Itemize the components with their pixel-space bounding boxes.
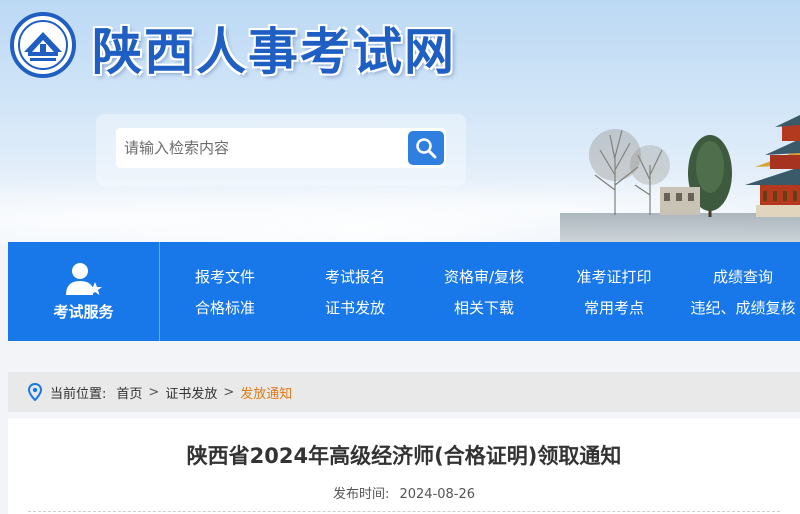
user-star-icon: [65, 263, 102, 295]
search-input[interactable]: [116, 128, 446, 168]
breadcrumb-separator: >: [223, 384, 235, 400]
main-nav: 考试服务 报考文件 考试报名 资格审/复核 准考证打印 成绩查询 合格标准 证书…: [8, 242, 800, 341]
article-panel: 陕西省2024年高级经济师(合格证明)领取通知 发布时间: 2024-08-26: [8, 418, 800, 514]
nav-link-admission-ticket[interactable]: 准考证打印: [549, 266, 679, 287]
nav-link-exam-documents[interactable]: 报考文件: [160, 266, 290, 287]
publish-date-label: 发布时间:: [332, 487, 390, 502]
site-logo-icon: [10, 12, 76, 78]
breadcrumb-separator: >: [148, 384, 160, 400]
search-box: [96, 114, 466, 186]
breadcrumb-current[interactable]: 发放通知: [240, 383, 292, 402]
site-title[interactable]: 陕西人事考试网: [92, 12, 456, 84]
nav-link-downloads[interactable]: 相关下载: [419, 297, 549, 318]
search-button[interactable]: [408, 131, 444, 165]
breadcrumb-home[interactable]: 首页: [116, 383, 142, 402]
article-title: 陕西省2024年高级经济师(合格证明)领取通知: [186, 444, 622, 468]
nav-link-certificate-issuance[interactable]: 证书发放: [290, 297, 420, 318]
breadcrumb: 当前位置: 首页 > 证书发放 > 发放通知: [8, 372, 800, 412]
nav-link-pass-standard[interactable]: 合格标准: [160, 297, 290, 318]
search-icon: [416, 138, 437, 159]
location-pin-icon: [28, 383, 42, 401]
nav-link-exam-venues[interactable]: 常用考点: [549, 297, 679, 318]
breadcrumb-section[interactable]: 证书发放: [165, 383, 217, 402]
exam-service-block[interactable]: 考试服务: [8, 242, 160, 341]
pagoda-scenery-image: [560, 115, 800, 245]
header-banner: 陕西人事考试网: [0, 0, 800, 245]
nav-link-violation-score-review[interactable]: 违纪、成绩复核: [678, 297, 800, 318]
article-meta: 发布时间: 2024-08-26: [8, 483, 800, 502]
exam-service-label: 考试服务: [53, 303, 114, 321]
article-divider: [28, 511, 780, 512]
nav-link-qualification-review[interactable]: 资格审/复核: [419, 266, 549, 287]
nav-link-score-query[interactable]: 成绩查询: [678, 266, 800, 287]
publish-date: 2024-08-26: [399, 487, 476, 502]
breadcrumb-prefix: 当前位置:: [50, 386, 107, 402]
nav-link-exam-registration[interactable]: 考试报名: [290, 266, 420, 287]
nav-links: 报考文件 考试报名 资格审/复核 准考证打印 成绩查询 合格标准 证书发放 相关…: [160, 242, 800, 341]
